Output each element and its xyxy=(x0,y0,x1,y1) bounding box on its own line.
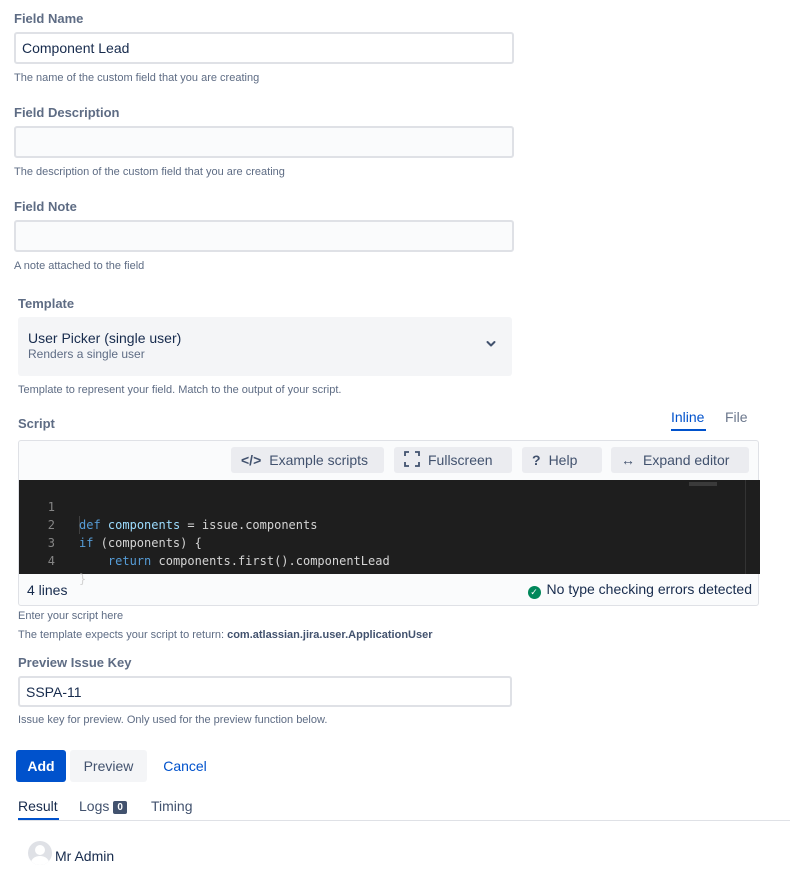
type-check-status: ✓ No type checking errors detected xyxy=(527,581,752,599)
template-help: Template to represent your field. Match … xyxy=(18,384,342,396)
script-editor: </> Example scripts Fullscreen ? Help ↔ … xyxy=(18,440,760,606)
tab-result[interactable]: Result xyxy=(18,798,58,814)
preview-button[interactable]: Preview xyxy=(70,750,147,782)
chevron-down-icon xyxy=(485,337,497,351)
fullscreen-icon xyxy=(404,450,420,470)
field-name-input[interactable] xyxy=(14,32,514,64)
expand-editor-button[interactable]: ↔ Expand editor xyxy=(611,447,749,473)
code-line: 4 } xyxy=(19,534,760,586)
field-note-label: Field Note xyxy=(14,199,77,214)
expand-editor-label: Expand editor xyxy=(643,452,730,468)
check-circle-icon: ✓ xyxy=(527,586,541,599)
field-description-help: The description of the custom field that… xyxy=(14,166,285,178)
example-scripts-button[interactable]: </> Example scripts xyxy=(231,447,384,473)
code-text: return components.first().componentLead xyxy=(107,554,390,568)
tab-file[interactable]: File xyxy=(725,409,748,425)
preview-issue-key-help: Issue key for preview. Only used for the… xyxy=(18,714,328,726)
return-hint-prefix: The template expects your script to retu… xyxy=(18,629,228,641)
field-description-label: Field Description xyxy=(14,105,120,120)
tabs-divider xyxy=(18,820,790,821)
preview-issue-key-label: Preview Issue Key xyxy=(18,655,132,670)
fullscreen-label: Fullscreen xyxy=(428,452,493,468)
line-count: 4 lines xyxy=(27,582,68,598)
minimap xyxy=(689,482,717,486)
avatar xyxy=(28,841,52,865)
field-note-input[interactable] xyxy=(14,220,514,252)
tab-timing[interactable]: Timing xyxy=(151,798,193,814)
template-selected-subtitle: Renders a single user xyxy=(28,347,145,361)
tab-inline-underline xyxy=(671,429,706,431)
question-icon: ? xyxy=(532,452,541,468)
field-name-help: The name of the custom field that you ar… xyxy=(14,72,260,84)
help-button[interactable]: ? Help xyxy=(522,447,602,473)
result-user-name: Mr Admin xyxy=(55,848,115,864)
type-check-status-text: No type checking errors detected xyxy=(546,581,752,597)
field-note-help: A note attached to the field xyxy=(14,260,145,272)
template-selected-title: User Picker (single user) xyxy=(28,330,182,346)
code-area[interactable]: 1 def components = issue.components 2 if… xyxy=(19,480,760,586)
script-return-hint: The template expects your script to retu… xyxy=(18,629,433,641)
cancel-button[interactable]: Cancel xyxy=(153,750,217,782)
line-number: 4 xyxy=(47,554,55,568)
code-line: 2 if (components) { xyxy=(19,498,760,550)
script-label: Script xyxy=(18,416,55,431)
add-button[interactable]: Add xyxy=(16,750,66,782)
field-description-input[interactable] xyxy=(14,126,514,158)
template-label: Template xyxy=(18,296,75,311)
expand-horizontal-icon: ↔ xyxy=(621,452,635,468)
scrollbar-track[interactable] xyxy=(745,480,746,574)
tab-inline[interactable]: Inline xyxy=(671,409,704,425)
template-select[interactable]: User Picker (single user) Renders a sing… xyxy=(18,317,512,376)
fullscreen-button[interactable]: Fullscreen xyxy=(394,447,512,473)
help-label: Help xyxy=(548,452,578,468)
field-name-label: Field Name xyxy=(14,11,84,26)
return-type: com.atlassian.jira.user.ApplicationUser xyxy=(227,629,433,641)
code-line: 3 return components.first().componentLea… xyxy=(19,516,760,568)
editor-status-bar: 4 lines ✓ No type checking errors detecte… xyxy=(19,575,760,605)
preview-issue-key-input[interactable] xyxy=(18,676,512,707)
script-help: Enter your script here xyxy=(18,610,124,622)
logs-count-badge: 0 xyxy=(113,801,127,814)
code-line: 1 def components = issue.components xyxy=(19,480,760,532)
code-icon: </> xyxy=(241,452,262,468)
example-scripts-label: Example scripts xyxy=(269,452,369,468)
tab-logs[interactable]: Logs 0 xyxy=(79,798,127,814)
tab-logs-label: Logs xyxy=(79,798,110,814)
